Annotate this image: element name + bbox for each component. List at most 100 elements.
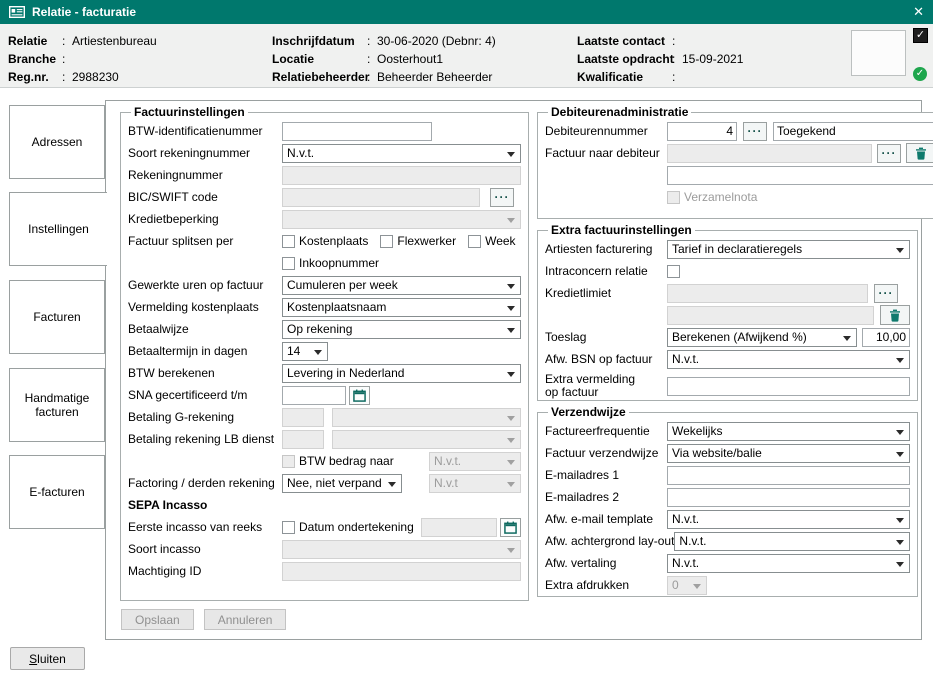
opslaan-button[interactable]: Opslaan (121, 609, 194, 630)
kredietlimiet-delete-button[interactable] (880, 305, 910, 325)
toeslag-value: Berekenen (Afwijkend %) (672, 330, 807, 344)
emailadres1-input[interactable] (667, 466, 910, 485)
sna-calendar-button[interactable] (349, 386, 370, 405)
tab-handmatige-facturen[interactable]: Handmatige facturen (9, 368, 105, 442)
dropdown-arrow-icon (507, 438, 515, 443)
factureerfrequentie-select[interactable]: Wekelijks (667, 422, 910, 441)
factuur-debiteur-delete-button[interactable] (906, 143, 933, 163)
relatiebeheerder-value: Beheerder Beheerder (377, 70, 492, 84)
sluiten-button[interactable]: Sluiten (10, 647, 85, 670)
debiteur-extra-input[interactable] (667, 166, 933, 185)
afw-bsn-select[interactable]: N.v.t. (667, 350, 910, 369)
afw-email-template-select[interactable]: N.v.t. (667, 510, 910, 529)
kostenplaats-checkbox[interactable] (282, 235, 295, 248)
btw-berekenen-select[interactable]: Levering in Nederland (282, 364, 521, 383)
dropdown-arrow-icon (896, 248, 904, 253)
gewerkte-uren-select[interactable]: Cumuleren per week (282, 276, 521, 295)
machtiging-id-label: Machtiging ID (128, 564, 282, 578)
locatie-label: Locatie (272, 52, 367, 66)
debiteurennummer-label: Debiteurennummer (545, 124, 667, 138)
factureerfrequentie-value: Wekelijks (672, 424, 722, 438)
soort-rekeningnummer-select[interactable]: N.v.t. (282, 144, 521, 163)
factoring-select[interactable]: Nee, niet verpand (282, 474, 402, 493)
toeslag-label: Toeslag (545, 330, 667, 344)
extra-afdrukken-select: 0 (667, 576, 707, 595)
artiesten-facturering-select[interactable]: Tarief in declaratieregels (667, 240, 910, 259)
tab-e-facturen[interactable]: E-facturen (9, 455, 105, 529)
dropdown-arrow-icon (896, 358, 904, 363)
factuur-naar-debiteur-input (667, 144, 872, 163)
datum-ondertekening-label: Datum ondertekening (299, 520, 414, 534)
dropdown-arrow-icon (507, 306, 515, 311)
toeslag-percentage-input[interactable] (862, 328, 910, 347)
btw-bedrag-naar-label: BTW bedrag naar (299, 454, 394, 468)
trash-icon (889, 309, 901, 322)
week-checkbox[interactable] (468, 235, 481, 248)
vermelding-kostenplaats-select[interactable]: Kostenplaatsnaam (282, 298, 521, 317)
emailadres2-input[interactable] (667, 488, 910, 507)
tab-instellingen[interactable]: Instellingen (9, 192, 107, 266)
debiteur-lookup-button[interactable]: ··· (743, 122, 767, 141)
eerste-incasso-checkbox[interactable] (282, 521, 295, 534)
gewerkte-uren-label: Gewerkte uren op factuur (128, 278, 282, 292)
afw-vertaling-label: Afw. vertaling (545, 556, 667, 570)
gewerkte-uren-value: Cumuleren per week (287, 278, 398, 292)
artiesten-facturering-label: Artiesten facturering (545, 242, 667, 256)
regnr-label: Reg.nr. (8, 70, 62, 84)
sna-gecertificeerd-label: SNA gecertificeerd t/m (128, 388, 282, 402)
soort-rekeningnummer-value: N.v.t. (287, 146, 314, 160)
afw-achtergrond-select[interactable]: N.v.t. (674, 532, 910, 551)
header-checkbox[interactable]: ✓ (913, 28, 928, 43)
afw-vertaling-select[interactable]: N.v.t. (667, 554, 910, 573)
tab-adressen[interactable]: Adressen (9, 105, 105, 179)
lb-dienst-input (282, 430, 324, 449)
btw-identificatienummer-input[interactable] (282, 122, 432, 141)
inschrijfdatum-value: 30-06-2020 (Debnr: 4) (377, 34, 496, 48)
extra-vermelding-label: Extra vermeldingop factuur (545, 373, 667, 399)
bic-swift-input (282, 188, 480, 207)
inkoopnummer-checkbox[interactable] (282, 257, 295, 270)
bic-lookup-button[interactable]: ··· (490, 188, 514, 207)
verzamelnota-checkbox (667, 191, 680, 204)
betaalwijze-value: Op rekening (287, 322, 352, 336)
kredietbeperking-label: Kredietbeperking (128, 212, 282, 226)
afw-achtergrond-label: Afw. achtergrond lay-out (545, 534, 674, 548)
debiteurenadministratie-fieldset: Debiteurenadministratie Debiteurennummer… (537, 105, 933, 219)
locatie-value: Oosterhout1 (377, 52, 443, 66)
dropdown-arrow-icon (314, 350, 322, 355)
factuur-verzendwijze-select[interactable]: Via website/balie (667, 444, 910, 463)
dropdown-arrow-icon (507, 328, 515, 333)
extra-vermelding-input[interactable] (667, 377, 910, 396)
g-rekening-select (332, 408, 521, 427)
sna-date-input[interactable] (282, 386, 346, 405)
dropdown-arrow-icon (507, 482, 515, 487)
laatste-opdracht-label: Laatste opdracht (577, 52, 672, 66)
debiteur-status-input (773, 122, 933, 141)
debiteurennummer-input[interactable] (667, 122, 737, 141)
flexwerker-checkbox[interactable] (380, 235, 393, 248)
close-icon[interactable]: ✕ (913, 4, 924, 20)
tab-facturen[interactable]: Facturen (9, 280, 105, 354)
btw-bedrag-naar-select: N.v.t. (429, 452, 521, 471)
debiteurenadministratie-legend: Debiteurenadministratie (548, 105, 691, 119)
dropdown-arrow-icon (507, 372, 515, 377)
dropdown-arrow-icon (388, 482, 396, 487)
factuur-debiteur-lookup-button[interactable]: ··· (877, 144, 901, 163)
intraconcern-relatie-checkbox[interactable] (667, 265, 680, 278)
verzendwijze-fieldset: Verzendwijze Factureerfrequentie Wekelij… (537, 405, 918, 597)
bic-swift-label: BIC/SWIFT code (128, 190, 282, 204)
toeslag-select[interactable]: Berekenen (Afwijkend %) (667, 328, 857, 347)
artiesten-facturering-value: Tarief in declaratieregels (672, 242, 802, 256)
kredietlimiet-extra-input (667, 306, 874, 325)
datum-ondertekening-input (421, 518, 497, 537)
calendar-icon (353, 389, 366, 402)
afw-email-template-label: Afw. e-mail template (545, 512, 667, 526)
kredietbeperking-select (282, 210, 521, 229)
betaaltermijn-select[interactable]: 14 (282, 342, 328, 361)
kredietlimiet-input (667, 284, 868, 303)
week-checkbox-label: Week (485, 234, 515, 248)
betaalwijze-select[interactable]: Op rekening (282, 320, 521, 339)
datum-calendar-button[interactable] (500, 518, 521, 537)
kredietlimiet-lookup-button[interactable]: ··· (874, 284, 898, 303)
annuleren-button[interactable]: Annuleren (204, 609, 287, 630)
